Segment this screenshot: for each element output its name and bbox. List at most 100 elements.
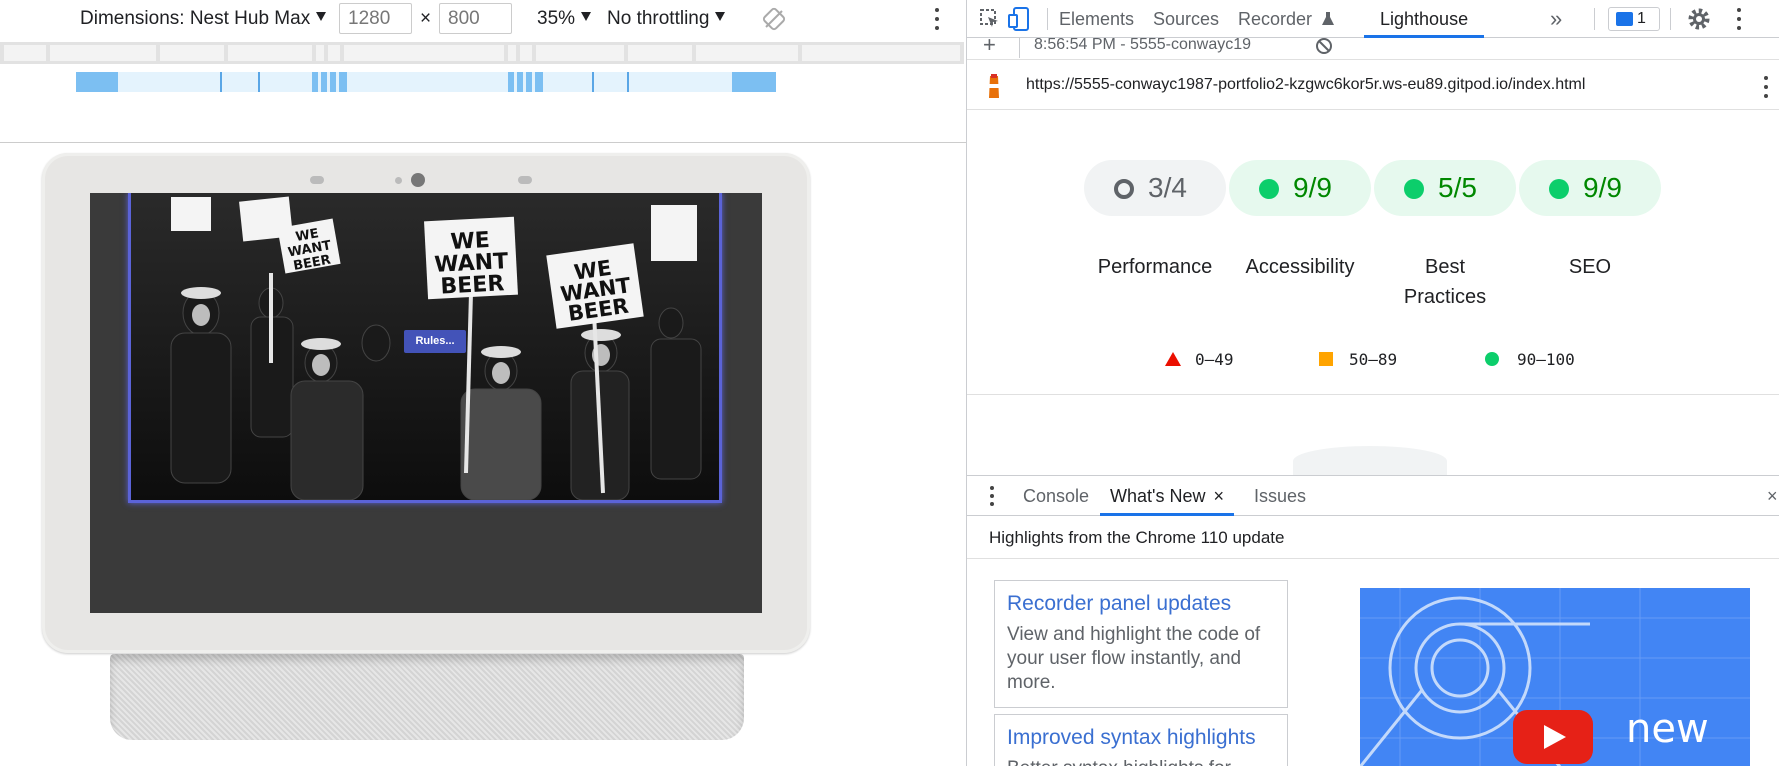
feature-card-description: Better syntax highlights for xyxy=(1007,757,1275,766)
throttling-dropdown[interactable]: No throttling xyxy=(607,8,726,30)
close-drawer-icon[interactable]: × xyxy=(1767,476,1778,516)
device-emulation-pane: Dimensions: Nest Hub Max × 35% No thrott… xyxy=(0,0,966,766)
divider xyxy=(0,142,966,143)
legend-fail: 0–49 xyxy=(1165,350,1234,370)
chevron-down-icon xyxy=(581,12,592,21)
media-query-ruler[interactable] xyxy=(0,42,964,64)
more-options-icon[interactable] xyxy=(930,6,944,32)
media-query-bar[interactable] xyxy=(76,72,776,92)
pass-circle-icon xyxy=(1485,352,1499,366)
device-toolbar: Dimensions: Nest Hub Max × 35% No thrott… xyxy=(0,0,966,38)
issues-counter-badge[interactable]: 1 xyxy=(1608,7,1660,31)
drawer-menu-icon[interactable] xyxy=(989,485,995,507)
dimensions-label: Dimensions: Nest Hub Max xyxy=(80,8,311,29)
legend-range: 0–49 xyxy=(1195,350,1234,369)
score-value: 9/9 xyxy=(1293,172,1332,203)
score-gauge-performance[interactable]: 3/4 xyxy=(1084,160,1226,216)
throttling-value: No throttling xyxy=(607,8,710,29)
chevron-down-icon xyxy=(316,12,327,21)
rotate-icon[interactable] xyxy=(762,7,786,31)
score-label: Best Practices xyxy=(1403,256,1487,308)
height-input[interactable] xyxy=(439,3,512,34)
score-gauge-seo[interactable]: 9/9 xyxy=(1519,160,1661,216)
devtools-panel: Elements Sources Recorder Lighthouse » 1… xyxy=(967,0,1779,766)
divider xyxy=(1594,8,1595,30)
tab-recorder-label: Recorder xyxy=(1238,9,1313,29)
legend-pass: 90–100 xyxy=(1485,350,1575,370)
score-value: 5/5 xyxy=(1438,172,1477,203)
whats-new-video[interactable]: new xyxy=(1360,588,1750,766)
fail-triangle-icon xyxy=(1165,352,1181,366)
inspect-element-icon[interactable] xyxy=(979,8,1001,30)
legend-average: 50–89 xyxy=(1319,350,1397,370)
tab-console[interactable]: Console xyxy=(1023,476,1089,516)
pass-circle-icon xyxy=(1549,179,1569,199)
more-tabs-icon[interactable]: » xyxy=(1550,0,1562,38)
score-gauge-accessibility[interactable]: 9/9 xyxy=(1229,160,1371,216)
legend-range: 90–100 xyxy=(1517,350,1575,369)
device-sensor xyxy=(310,176,324,184)
report-menu-icon[interactable] xyxy=(1761,74,1771,100)
report-url[interactable]: https://5555-conwayc1987-portfolio2-kzgw… xyxy=(1026,76,1585,94)
lighthouse-logo-icon xyxy=(988,74,1000,98)
divider xyxy=(1019,38,1020,58)
tab-lighthouse[interactable]: Lighthouse xyxy=(1364,0,1485,38)
neutral-circle-icon xyxy=(1114,179,1134,199)
score-label: Accessibility xyxy=(1245,256,1355,278)
divider xyxy=(967,558,1779,559)
tab-whats-new-label: What's New xyxy=(1110,486,1206,506)
score-value: 3/4 xyxy=(1148,172,1187,203)
times-sign: × xyxy=(420,8,432,29)
pass-circle-icon xyxy=(1259,179,1279,199)
device-screen[interactable]: WE WANT BEER WE WANT BEER WE WANT BEER R… xyxy=(90,193,762,613)
message-icon xyxy=(1616,12,1633,26)
devtools-tabbar: Elements Sources Recorder Lighthouse » 1 xyxy=(967,0,1779,38)
tab-elements[interactable]: Elements xyxy=(1059,0,1134,38)
gear-icon[interactable] xyxy=(1687,7,1711,31)
lighthouse-url-bar: https://5555-conwayc1987-portfolio2-kzgw… xyxy=(967,64,1779,110)
close-icon[interactable]: × xyxy=(1213,486,1224,506)
device-sensor xyxy=(395,177,402,184)
divider xyxy=(1670,8,1671,30)
feature-card-title[interactable]: Recorder panel updates xyxy=(1007,591,1275,617)
dimensions-dropdown[interactable]: Dimensions: Nest Hub Max xyxy=(80,8,327,30)
tab-sources[interactable]: Sources xyxy=(1153,0,1219,38)
device-sensor xyxy=(518,176,532,184)
experiment-flask-icon xyxy=(1322,12,1335,25)
zoom-dropdown[interactable]: 35% xyxy=(537,8,592,30)
feature-card[interactable]: Recorder panel updates View and highligh… xyxy=(994,580,1288,708)
drawer-tabbar: Console What's New × Issues × xyxy=(967,476,1779,516)
width-input[interactable] xyxy=(339,3,412,34)
tab-recorder[interactable]: Recorder xyxy=(1238,0,1335,38)
lighthouse-report-bar: + 8:56:54 PM - 5555-conwayc19 xyxy=(967,38,1779,60)
device-toggle-icon[interactable] xyxy=(1007,6,1033,32)
average-square-icon xyxy=(1319,352,1333,366)
clear-icon[interactable] xyxy=(1314,38,1334,56)
lighthouse-scores: 3/4 9/9 5/5 9/9 Performance Accessibilit… xyxy=(967,110,1779,395)
feature-card[interactable]: Improved syntax highlights Better syntax… xyxy=(994,714,1288,766)
chevron-down-icon xyxy=(715,12,726,21)
score-value: 9/9 xyxy=(1583,172,1622,203)
devtools-more-icon[interactable] xyxy=(1732,6,1746,32)
tab-issues[interactable]: Issues xyxy=(1254,476,1306,516)
sign-text: BEER xyxy=(440,271,505,299)
score-gauge-best-practices[interactable]: 5/5 xyxy=(1374,160,1516,216)
feature-card-title[interactable]: Improved syntax highlights xyxy=(1007,725,1275,751)
legend-range: 50–89 xyxy=(1349,350,1398,369)
video-label: new xyxy=(1626,706,1709,752)
score-label: Performance xyxy=(1097,256,1213,278)
add-report-icon[interactable]: + xyxy=(983,38,996,58)
rules-button[interactable]: Rules... xyxy=(404,330,466,353)
score-label: SEO xyxy=(1568,256,1612,278)
divider xyxy=(1047,8,1048,30)
zoom-value: 35% xyxy=(537,8,576,29)
tab-whats-new[interactable]: What's New × xyxy=(1100,476,1234,516)
report-select[interactable]: 8:56:54 PM - 5555-conwayc19 xyxy=(1034,38,1251,54)
feature-card-description: View and highlight the code of your user… xyxy=(1007,624,1261,693)
camera-icon xyxy=(411,173,425,187)
issues-count: 1 xyxy=(1637,10,1646,27)
device-speaker-base xyxy=(110,654,744,740)
nest-hub-max-device: WE WANT BEER WE WANT BEER WE WANT BEER R… xyxy=(42,153,810,653)
play-icon[interactable] xyxy=(1513,710,1593,764)
pass-circle-icon xyxy=(1404,179,1424,199)
